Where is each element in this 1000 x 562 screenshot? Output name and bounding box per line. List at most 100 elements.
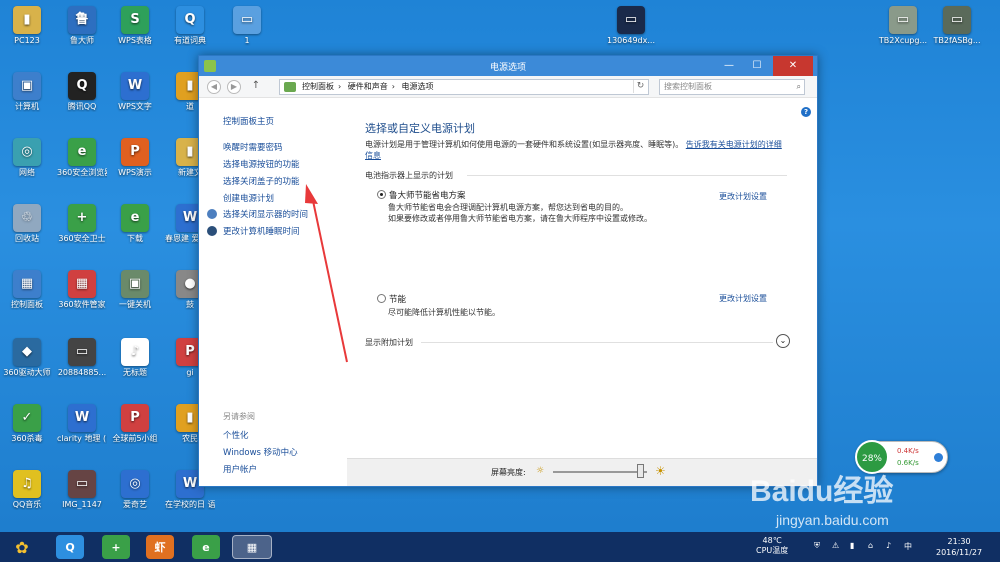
- nav-sleep-time[interactable]: 更改计算机睡眠时间: [223, 225, 300, 237]
- desktop-icon[interactable]: Wclarity 地理 (1): [57, 404, 107, 444]
- breadcrumb-power-options[interactable]: 电源选项: [402, 82, 434, 91]
- change-plan-settings-power-saver[interactable]: 更改计划设置: [719, 293, 767, 304]
- battery-icon[interactable]: ▮: [850, 541, 854, 550]
- chevron-down-icon[interactable]: ⌄: [776, 334, 790, 348]
- brightness-label: 屏幕亮度:: [491, 468, 526, 477]
- desktop-icon[interactable]: +360安全卫士: [57, 204, 107, 244]
- warning-icon[interactable]: ⚠: [832, 541, 839, 550]
- network-icon[interactable]: ⌂: [868, 541, 873, 550]
- desktop-icon[interactable]: e 360安全浏览器: [57, 138, 107, 178]
- desktop-icon[interactable]: 鲁鲁大师: [57, 6, 107, 46]
- taskbar-360[interactable]: +: [102, 535, 130, 559]
- show-additional-plans[interactable]: 显示附加计划: [365, 337, 413, 348]
- widget-menu-icon[interactable]: [934, 453, 943, 462]
- title-bar[interactable]: 电源选项 — ☐ ✕: [199, 56, 817, 76]
- breadcrumb-control-panel[interactable]: 控制面板: [302, 82, 334, 91]
- desktop-icon[interactable]: Q 有道词典: [165, 6, 215, 46]
- clock-time: 21:30: [947, 537, 971, 546]
- desktop-icon[interactable]: ♫ QQ音乐: [2, 470, 52, 510]
- cpu-temp[interactable]: 48℃ CPU温度: [756, 536, 788, 556]
- desktop-icon-label: WPS文字: [118, 102, 152, 111]
- nav-control-panel-home[interactable]: 控制面板主页: [223, 115, 274, 127]
- plan-power-saver-label: 节能: [389, 295, 407, 305]
- desktop-icon[interactable]: ▭ 130649dx...: [606, 6, 656, 46]
- search-placeholder: 搜索控制面板: [664, 82, 712, 91]
- desktop-icon[interactable]: P 全球前5小组: [110, 404, 160, 444]
- desktop-icon-label: 下载: [127, 234, 143, 243]
- close-button[interactable]: ✕: [773, 56, 813, 76]
- desktop-icon-label: 20884885...: [57, 368, 107, 377]
- desktop-icon[interactable]: ▭ TB2fASBg...: [932, 6, 982, 46]
- search-input[interactable]: 搜索控制面板 ⌕: [659, 79, 805, 95]
- plan-ludashi[interactable]: 鲁大师节能省电方案: [377, 189, 466, 201]
- nav-close-lid[interactable]: 选择关闭盖子的功能: [223, 175, 300, 187]
- plan-ludashi-desc-line1: 鲁大师节能省电会合理调配计算机电源方案，帮您达到省电的目的。: [388, 203, 628, 212]
- shield-icon[interactable]: ⛨: [814, 541, 820, 551]
- taskbar-control-panel[interactable]: ▦: [232, 535, 272, 559]
- desktop-icon[interactable]: e 下载: [110, 204, 160, 244]
- cpu-temp-label: CPU温度: [756, 546, 789, 555]
- refresh-icon[interactable]: ↻: [633, 80, 647, 93]
- breadcrumb-hardware-sound[interactable]: 硬件和声音: [348, 82, 388, 91]
- volume-icon[interactable]: ♪: [886, 541, 891, 550]
- address-bar[interactable]: 控制面板 › 硬件和声音 › 电源选项: [279, 79, 649, 95]
- minimize-button[interactable]: —: [715, 56, 743, 76]
- desktop-icon[interactable]: W WPS文字: [110, 72, 160, 112]
- desktop-icon[interactable]: ◆ 360驱动大师: [2, 338, 52, 378]
- maximize-button[interactable]: ☐: [743, 56, 771, 76]
- desktop-icon[interactable]: ▣ 计算机: [2, 72, 52, 112]
- cpu-temp-value: 48℃: [762, 536, 782, 545]
- desktop-icon-label: 网络: [19, 168, 35, 177]
- desktop-icon[interactable]: ▭ TB2Xcupg...: [878, 6, 928, 46]
- taskbar-xiami[interactable]: 虾: [146, 535, 174, 559]
- back-button[interactable]: ◀: [207, 80, 221, 94]
- page-description: 电源计划是用于管理计算机如何使用电源的一套硬件和系统设置(如显示器亮度、睡眠等)…: [365, 139, 785, 161]
- nav-wake-password[interactable]: 唤醒时需要密码: [223, 141, 283, 153]
- desktop-icon[interactable]: ♪ 无标题: [110, 338, 160, 378]
- desktop-icon[interactable]: ▭ IMG_1147: [57, 470, 107, 510]
- desktop-icon[interactable]: ▮ PC123: [2, 6, 52, 46]
- group-divider: [467, 175, 787, 176]
- desktop-icon[interactable]: ▭ 20884885...: [57, 338, 107, 378]
- desktop-icon[interactable]: ▭ 1: [222, 6, 272, 46]
- up-button[interactable]: ↑: [249, 80, 263, 94]
- bright-sun-icon: ☀: [655, 464, 666, 478]
- plan-power-saver[interactable]: 节能: [377, 293, 406, 305]
- taskbar-browser[interactable]: e: [192, 535, 220, 559]
- desktop-icon[interactable]: ◎ 网络: [2, 138, 52, 178]
- search-icon[interactable]: ⌕: [797, 80, 801, 94]
- desktop-icon[interactable]: ✓ 360杀毒: [2, 404, 52, 444]
- plan-ludashi-radio[interactable]: [377, 190, 386, 199]
- desktop-icon[interactable]: S WPS表格: [110, 6, 160, 46]
- nav-display-off-time[interactable]: 选择关闭显示器的时间: [223, 208, 308, 220]
- clock[interactable]: 21:30 2016/11/27: [936, 536, 982, 558]
- desktop-icon-label: 360杀毒: [11, 434, 43, 443]
- desktop-icon[interactable]: ▦ 360软件管家: [57, 270, 107, 310]
- nav-user-accounts[interactable]: 用户帐户: [223, 463, 257, 475]
- desktop-icon[interactable]: ♲ 回收站: [2, 204, 52, 244]
- brightness-slider[interactable]: [553, 471, 647, 473]
- ime-icon[interactable]: 中: [904, 541, 912, 552]
- desktop-icon-label: 在学校的日 语: [165, 500, 215, 509]
- forward-button[interactable]: ▶: [227, 80, 241, 94]
- desktop-icon[interactable]: ▦ 控制面板: [2, 270, 52, 310]
- desktop-icon[interactable]: Q 腾讯QQ: [57, 72, 107, 112]
- desktop-icon[interactable]: P WPS演示: [110, 138, 160, 178]
- desktop-icon-label: 全球前5小组: [112, 434, 158, 443]
- plan-ludashi-desc: 鲁大师节能省电会合理调配计算机电源方案，帮您达到省电的目的。 如果要修改或者停用…: [388, 202, 652, 224]
- desktop-icon[interactable]: ▣ 一键关机: [110, 270, 160, 310]
- control-panel-icon: [284, 82, 296, 92]
- change-plan-settings-ludashi[interactable]: 更改计划设置: [719, 191, 767, 202]
- brightness-slider-thumb[interactable]: [637, 464, 645, 478]
- plan-power-saver-radio[interactable]: [377, 294, 386, 303]
- desktop-icon-image: ▭: [68, 470, 96, 498]
- nav-mobility-center[interactable]: Windows 移动中心: [223, 446, 298, 458]
- taskbar-youdao[interactable]: Q: [56, 535, 84, 559]
- nav-create-plan[interactable]: 创建电源计划: [223, 192, 274, 204]
- nav-power-button[interactable]: 选择电源按钮的功能: [223, 158, 300, 170]
- start-button[interactable]: ✿: [8, 535, 36, 559]
- desktop-icon-label: 腾讯QQ: [67, 102, 97, 111]
- sleep-icon: [207, 226, 217, 236]
- desktop-icon[interactable]: ◎ 爱奇艺: [110, 470, 160, 510]
- nav-personalize[interactable]: 个性化: [223, 429, 249, 441]
